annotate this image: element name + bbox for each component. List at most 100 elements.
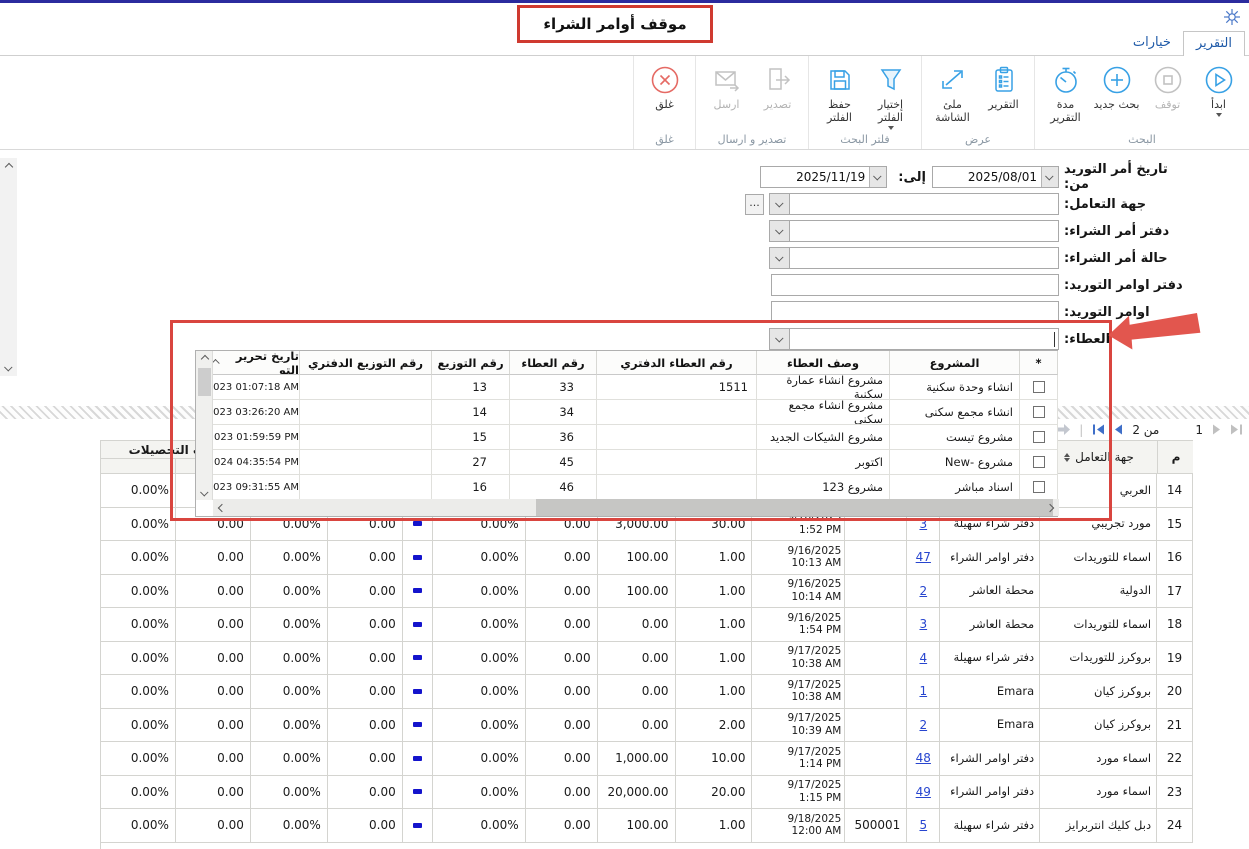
choose-filter-caret[interactable] — [888, 126, 894, 130]
header-party[interactable]: جهة التعامل — [1041, 441, 1158, 474]
close-button[interactable]: غلق — [640, 60, 689, 111]
new-search-button[interactable]: بحث جديد — [1092, 60, 1141, 111]
ribbon-group-close-label: غلق — [640, 131, 689, 149]
date-to-dropdown-button[interactable] — [869, 167, 886, 187]
tender-header-tender_no[interactable]: رقم العطاء — [510, 351, 597, 375]
sort-icon[interactable] — [1064, 453, 1070, 462]
table-row[interactable]: 0.00%0.000.00%0.000.00%0.000.002.009/17/… — [101, 709, 1193, 743]
status-square-icon — [413, 655, 422, 660]
table-row[interactable]: 0.00%0.000.00%0.000.00%0.001,000.0010.00… — [101, 742, 1193, 776]
po-status-dropdown-button[interactable] — [769, 247, 789, 269]
detach-arrow-icon[interactable] — [1056, 424, 1070, 435]
tender-row[interactable]: /2023 03:26:20 AM1434مشروع انشاء مجمع سك… — [213, 400, 1058, 425]
tab-options[interactable]: خيارات — [1121, 31, 1183, 55]
tender-cell-tender_book_no — [597, 475, 757, 500]
date-from-dropdown-button[interactable] — [1041, 167, 1058, 187]
first-page-button[interactable] — [1092, 424, 1105, 435]
tab-report[interactable]: التقرير — [1183, 31, 1245, 56]
export-button: تصدير — [753, 60, 802, 111]
order-count-link[interactable]: 47 — [916, 550, 931, 564]
party-label: جهة التعامل: — [1064, 197, 1190, 212]
tender-header-dist_book_no[interactable]: رقم التوزيع الدفتري — [300, 351, 432, 375]
row-checkbox[interactable] — [1033, 431, 1045, 443]
popup-vertical-scrollbar[interactable] — [196, 351, 213, 500]
tender-cell-dist_no: 16 — [432, 475, 510, 500]
tender-header-dist_no[interactable]: رقم التوزيع — [432, 351, 510, 375]
table-row[interactable]: 0.00%0.000.00%0.000.00%0.00100.001.009/1… — [101, 575, 1193, 609]
row-checkbox[interactable] — [1033, 456, 1045, 468]
cell-extra — [845, 776, 907, 810]
tender-cell-edit_date: /2024 04:35:54 PM — [213, 450, 300, 475]
row-checkbox[interactable] — [1033, 481, 1045, 493]
party-input[interactable] — [789, 193, 1059, 215]
po-book-label: دفتر أمر الشراء: — [1064, 224, 1190, 239]
so-input[interactable] — [771, 301, 1059, 323]
date-from-label: تاريخ أمر التوريد من: — [1064, 162, 1190, 192]
tender-row[interactable]: /2024 04:35:54 PM2745اكتوبرمشروع -New — [213, 450, 1058, 475]
po-book-input[interactable] — [789, 220, 1059, 242]
row-checkbox[interactable] — [1033, 381, 1045, 393]
tender-row[interactable]: /2023 01:59:59 PM1536مشروع الشيكات الجدي… — [213, 425, 1058, 450]
filter-panel-scrollbar[interactable] — [0, 158, 17, 376]
order-count-link[interactable]: 5 — [919, 818, 927, 832]
tender-header-tender_book_no[interactable]: رقم العطاء الدفتري — [597, 351, 757, 375]
tender-header-star[interactable]: * — [1020, 351, 1058, 375]
popup-horizontal-scrollbar[interactable] — [213, 499, 1059, 516]
cell-p1: 0.00% — [101, 608, 176, 642]
tender-cell-dist_no: 14 — [432, 400, 510, 425]
tender-header-edit_date[interactable]: تاريخ تحرير التو — [213, 351, 300, 375]
tender-row[interactable]: 2/2023 09:31:55 AM1646مشروع 123اسناد مبا… — [213, 475, 1058, 500]
order-count-link[interactable]: 2 — [919, 584, 927, 598]
start-button[interactable]: ابدأ — [1194, 60, 1243, 117]
last-page-button[interactable] — [1230, 424, 1243, 435]
popup-vscroll-thumb[interactable] — [198, 368, 211, 396]
save-filter-button[interactable]: حفظ الفلتر — [815, 60, 864, 124]
table-row[interactable]: 0.00%0.000.00%0.000.00%0.00100.001.009/1… — [101, 809, 1193, 843]
popup-scroll-left-icon[interactable] — [213, 499, 231, 516]
tender-row[interactable]: 3/2023 01:07:18 AM13331511مشروع انشاء عم… — [213, 375, 1058, 400]
table-row[interactable]: 0.00%0.000.00%0.000.00%0.000.001.009/17/… — [101, 675, 1193, 709]
popup-scroll-up-icon[interactable] — [196, 351, 213, 366]
next-page-button[interactable] — [1212, 424, 1221, 435]
report-view-button[interactable]: التقرير — [979, 60, 1028, 111]
table-row[interactable]: 0.00%0.000.00%0.000.00%0.000.001.009/16/… — [101, 608, 1193, 642]
date-from-picker[interactable]: 2025/08/01 — [932, 166, 1059, 188]
table-row[interactable]: 0.00%0.000.00%0.000.00%0.0020,000.0020.0… — [101, 776, 1193, 810]
po-status-combo[interactable] — [769, 247, 1059, 269]
tender-header-project[interactable]: المشروع — [890, 351, 1020, 375]
filter-row-so: اوامر التوريد: — [0, 301, 1190, 323]
order-count-link[interactable]: 2 — [919, 718, 927, 732]
table-row[interactable]: 0.00%0.000.00%0.000.00%0.00100.001.009/1… — [101, 541, 1193, 575]
order-count-link[interactable]: 1 — [919, 684, 927, 698]
header-row-number[interactable]: م — [1158, 441, 1193, 474]
order-count-link[interactable]: 48 — [916, 751, 931, 765]
scroll-up-icon[interactable] — [0, 158, 17, 175]
choose-filter-button[interactable]: إختيار الفلتر — [866, 60, 915, 130]
scroll-down-icon[interactable] — [0, 359, 17, 376]
party-browse-button[interactable]: ... — [745, 194, 764, 215]
order-count-link[interactable]: 3 — [919, 617, 927, 631]
po-book-combo[interactable] — [769, 220, 1059, 242]
report-duration-button[interactable]: مدة التقرير — [1041, 60, 1090, 124]
date-to-picker[interactable]: 2025/11/19 — [760, 166, 887, 188]
party-combo[interactable] — [769, 193, 1059, 215]
prev-page-button[interactable] — [1114, 424, 1123, 435]
order-count-link[interactable]: 49 — [916, 785, 931, 799]
table-row[interactable]: 0.00%0.000.00%0.000.00%0.000.001.009/17/… — [101, 642, 1193, 676]
po-status-input[interactable] — [789, 247, 1059, 269]
order-count-link[interactable]: 4 — [919, 651, 927, 665]
tender-dropdown-button[interactable] — [769, 328, 789, 350]
row-checkbox[interactable] — [1033, 406, 1045, 418]
party-dropdown-button[interactable] — [769, 193, 789, 215]
popup-hscroll-thumb[interactable] — [536, 499, 1053, 516]
tender-combo[interactable] — [769, 328, 1059, 350]
order-count-link[interactable]: 3 — [919, 517, 927, 531]
po-book-dropdown-button[interactable] — [769, 220, 789, 242]
tender-input[interactable] — [789, 328, 1059, 350]
page-title: موقف أوامر الشراء — [517, 5, 713, 43]
fullscreen-button[interactable]: ملئ الشاشة — [928, 60, 977, 124]
so-book-input[interactable] — [771, 274, 1059, 296]
popup-scroll-down-icon[interactable] — [196, 485, 213, 500]
start-dropdown-caret[interactable] — [1216, 113, 1222, 117]
tender-header-desc[interactable]: وصف العطاء — [757, 351, 890, 375]
